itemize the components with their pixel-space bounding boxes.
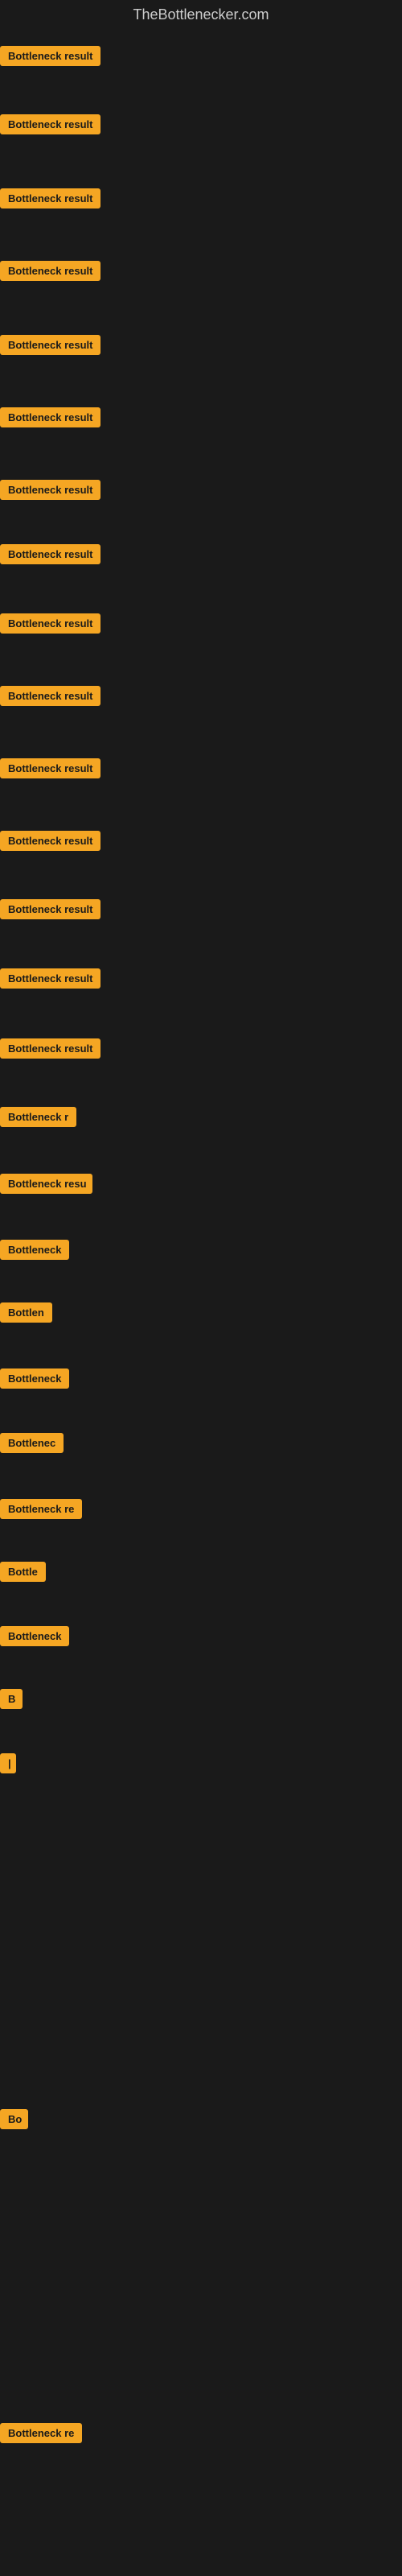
site-title: TheBottlenecker.com xyxy=(0,0,402,30)
list-item: Bottleneck r xyxy=(0,1107,76,1131)
bottleneck-badge[interactable]: B xyxy=(0,1689,23,1709)
list-item: Bottleneck result xyxy=(0,686,100,710)
bottleneck-badge[interactable]: Bottleneck result xyxy=(0,480,100,500)
bottleneck-badge[interactable]: Bottleneck xyxy=(0,1626,69,1646)
list-item: Bottleneck re xyxy=(0,2423,82,2447)
bottleneck-badge[interactable]: Bottleneck resu xyxy=(0,1174,92,1194)
bottleneck-badge[interactable]: Bottle xyxy=(0,1562,46,1582)
bottleneck-badge[interactable]: Bottleneck re xyxy=(0,1499,82,1519)
list-item: Bottleneck result xyxy=(0,114,100,138)
bottleneck-badge[interactable]: | xyxy=(0,1753,16,1773)
list-item: Bottleneck result xyxy=(0,831,100,855)
bottleneck-badge[interactable]: Bottleneck result xyxy=(0,261,100,281)
list-item: Bottleneck result xyxy=(0,968,100,993)
list-item: Bottleneck result xyxy=(0,407,100,431)
list-item: Bottle xyxy=(0,1562,46,1586)
list-item: Bottleneck xyxy=(0,1240,69,1264)
bottleneck-badge[interactable]: Bottleneck r xyxy=(0,1107,76,1127)
list-item: Bottleneck xyxy=(0,1368,69,1393)
list-item: Bottleneck result xyxy=(0,758,100,782)
bottleneck-badge[interactable]: Bottleneck result xyxy=(0,831,100,851)
list-item: Bottleneck result xyxy=(0,480,100,504)
list-item: Bottlen xyxy=(0,1302,52,1327)
bottleneck-badge[interactable]: Bottleneck xyxy=(0,1368,69,1389)
list-item: B xyxy=(0,1689,23,1713)
bottleneck-badge[interactable]: Bottleneck result xyxy=(0,1038,100,1059)
list-item: Bottleneck result xyxy=(0,544,100,568)
list-item: Bottleneck result xyxy=(0,613,100,638)
list-item: Bottleneck result xyxy=(0,261,100,285)
bottleneck-badge[interactable]: Bottleneck result xyxy=(0,335,100,355)
list-item: Bottleneck result xyxy=(0,1038,100,1063)
bottleneck-badge[interactable]: Bottleneck result xyxy=(0,686,100,706)
list-item: Bottleneck resu xyxy=(0,1174,92,1198)
bottleneck-badge[interactable]: Bottlen xyxy=(0,1302,52,1323)
bottleneck-badge[interactable]: Bottleneck result xyxy=(0,407,100,427)
list-item: Bottlenec xyxy=(0,1433,64,1457)
bottleneck-badge[interactable]: Bottleneck result xyxy=(0,758,100,778)
list-item: Bo xyxy=(0,2109,28,2133)
bottleneck-badge[interactable]: Bottleneck result xyxy=(0,46,100,66)
bottleneck-badge[interactable]: Bottleneck result xyxy=(0,544,100,564)
list-item: Bottleneck result xyxy=(0,335,100,359)
bottleneck-badge[interactable]: Bottleneck re xyxy=(0,2423,82,2443)
list-item: Bottleneck result xyxy=(0,46,100,70)
bottleneck-badge[interactable]: Bottleneck result xyxy=(0,188,100,208)
list-item: Bottleneck result xyxy=(0,899,100,923)
bottleneck-badge[interactable]: Bottleneck result xyxy=(0,613,100,634)
bottleneck-badge[interactable]: Bottlenec xyxy=(0,1433,64,1453)
list-item: Bottleneck re xyxy=(0,1499,82,1523)
bottleneck-badge[interactable]: Bottleneck result xyxy=(0,968,100,989)
bottleneck-badge[interactable]: Bottleneck xyxy=(0,1240,69,1260)
bottleneck-badge[interactable]: Bo xyxy=(0,2109,28,2129)
bottleneck-badge[interactable]: Bottleneck result xyxy=(0,114,100,134)
bottleneck-badge[interactable]: Bottleneck result xyxy=(0,899,100,919)
list-item: | xyxy=(0,1753,16,1777)
list-item: Bottleneck xyxy=(0,1626,69,1650)
list-item: Bottleneck result xyxy=(0,188,100,213)
